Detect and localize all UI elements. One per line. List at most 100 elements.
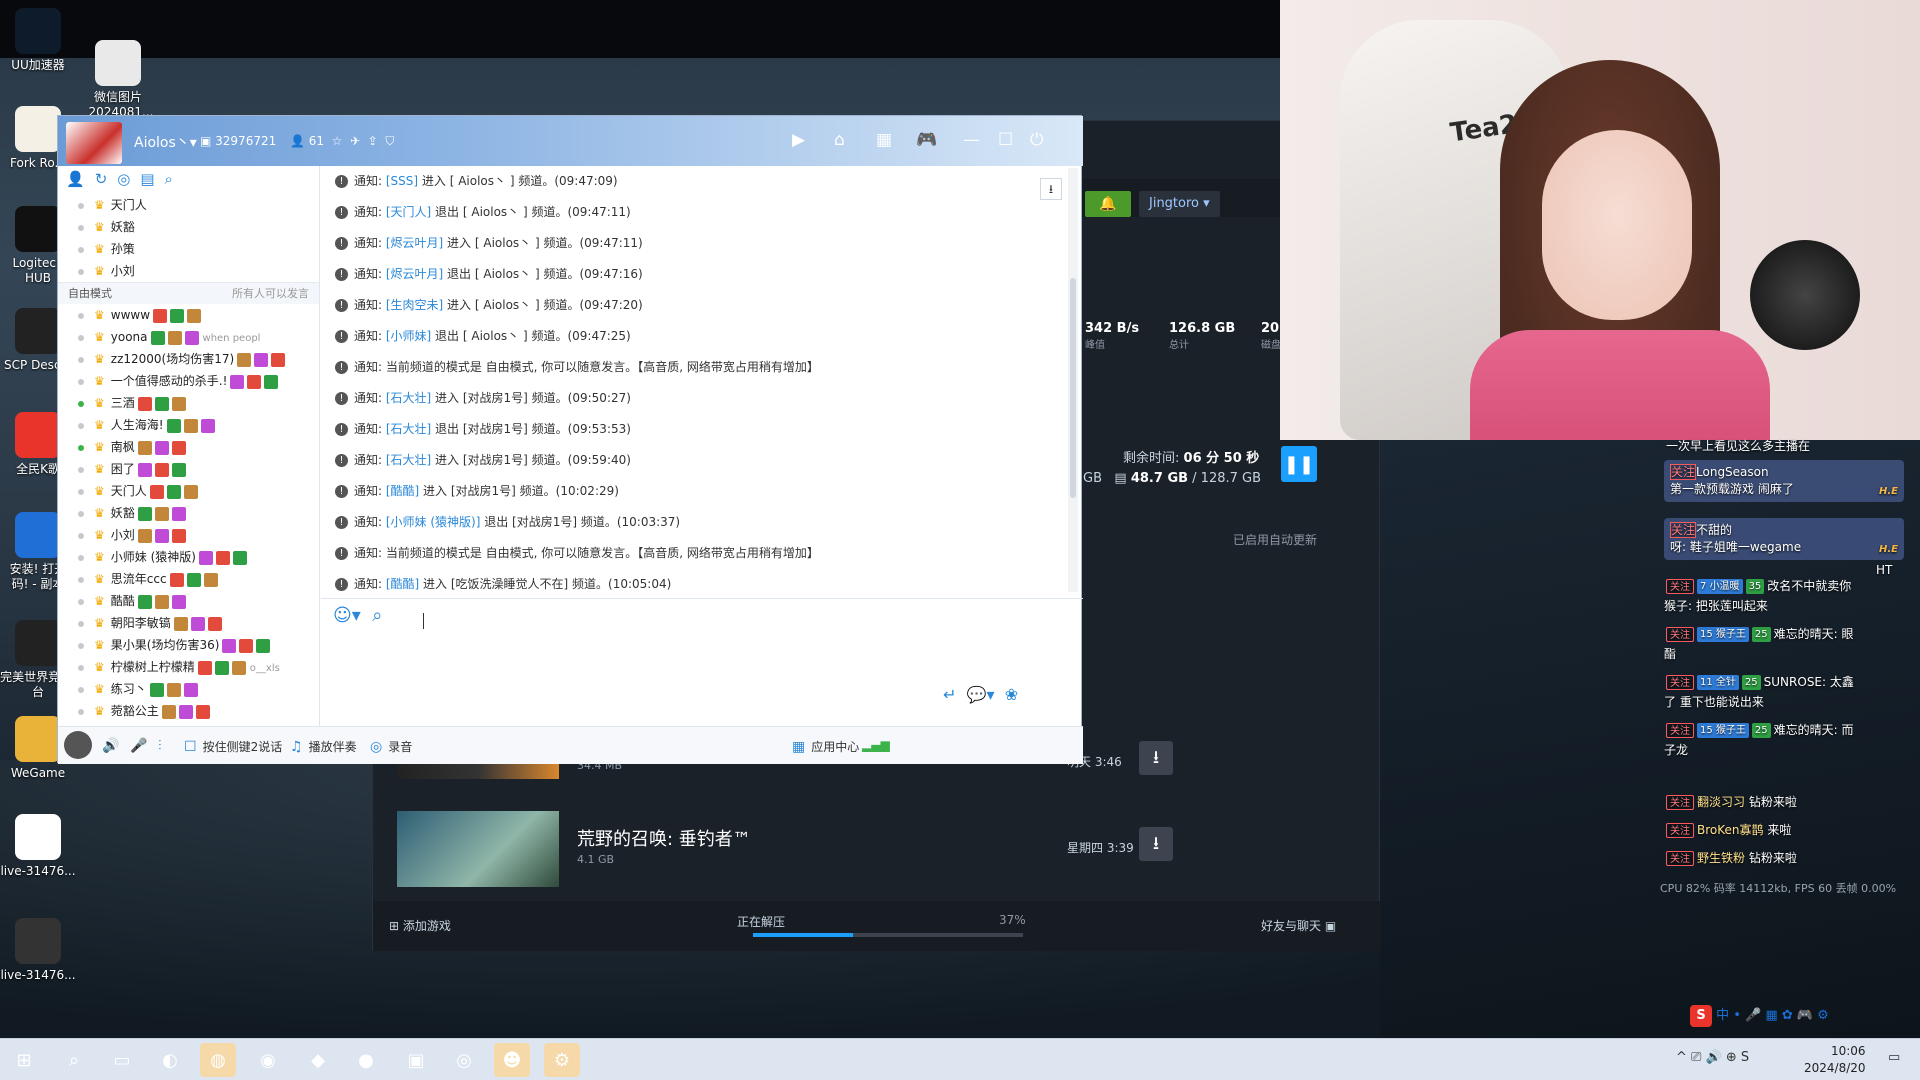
member-row[interactable]: ♛ 菀豁公主	[58, 700, 319, 722]
push-to-talk-button[interactable]: ☐ 按住侧键2说话	[184, 738, 282, 755]
message-input-area[interactable]: ☺▾ ⌕ ↵ 💬▾ ❀	[321, 598, 1083, 726]
message-user-link[interactable]: [小师妹]	[386, 329, 431, 343]
download-icon[interactable]: ⭳	[1139, 827, 1173, 861]
add-game-button[interactable]: ⊞ 添加游戏	[389, 917, 451, 934]
chat-scrollbar-thumb[interactable]	[1070, 278, 1076, 498]
search-icon[interactable]: ⌕	[56, 1043, 92, 1077]
member-row[interactable]: ♛ 朝阳李敏镐	[58, 612, 319, 634]
app-icon[interactable]: ●	[348, 1043, 384, 1077]
karaoke-icon[interactable]: ◎	[446, 1043, 482, 1077]
location-icon[interactable]: ◎	[117, 170, 130, 190]
emoji-icon[interactable]: ☺▾	[333, 605, 361, 626]
app-icon[interactable]: ▣	[398, 1043, 434, 1077]
chat-bubble-icon[interactable]: 💬▾	[967, 685, 995, 704]
notes-icon[interactable]: ▤	[140, 170, 154, 190]
member-row[interactable]: ♛ 三酒	[58, 392, 319, 414]
edge-icon[interactable]: ◐	[152, 1043, 188, 1077]
member-row[interactable]: ♛ 困了	[58, 458, 319, 480]
member-row[interactable]: ♛ wwww	[58, 304, 319, 326]
yy-icon[interactable]: ☻	[494, 1043, 530, 1077]
tray-icons[interactable]: ^ ⎚ 🔊 ⊕ S	[1676, 1050, 1749, 1065]
chat-scrollbar[interactable]	[1068, 168, 1078, 592]
app-center-button[interactable]: ▦ 应用中心	[792, 738, 859, 755]
start-icon[interactable]: ⊞	[6, 1043, 42, 1077]
message-prefix: 通知:	[354, 329, 386, 343]
message-user-link[interactable]: [生肉空未]	[386, 298, 443, 312]
power-icon[interactable]: ⏻	[1030, 130, 1043, 150]
member-row[interactable]: ♛ 天门人	[58, 194, 319, 216]
user-avatar[interactable]	[64, 731, 92, 759]
ime-toolbar[interactable]: S 中 • 🎤 ▦ ✿ 🎮 ⚙	[1690, 1004, 1912, 1030]
member-row[interactable]: ♛ 一个值得感动的杀手.!	[58, 370, 319, 392]
member-row[interactable]: ♛ 果小果(场均伤害36)	[58, 634, 319, 656]
member-row[interactable]: ♛ 小师妹 (猿神版)	[58, 546, 319, 568]
desktop-icon[interactable]: live-31476...	[0, 814, 76, 879]
member-row[interactable]: ♛ 天门人	[58, 480, 319, 502]
yy-voice-window: Aiolos丶▾ ▣ 32976721 👤 61 ☆ ✈ ⇪ ⛉ ▶ ⌂ ▦ 🎮…	[57, 115, 1083, 764]
steam-user-menu[interactable]: Jingtoro ▾	[1139, 191, 1220, 217]
search-icon[interactable]: ⌕	[165, 170, 173, 190]
member-row[interactable]: ♛ 小刘	[58, 524, 319, 546]
record-button[interactable]: ◎ 录音	[370, 738, 412, 755]
member-row[interactable]: ♛ 妖豁	[58, 216, 319, 238]
channel-title[interactable]: Aiolos丶▾	[134, 132, 197, 152]
steam-notification-bell-icon[interactable]: 🔔	[1085, 191, 1131, 217]
wechat-icon[interactable]: ◍	[200, 1043, 236, 1077]
member-row[interactable]: ♛ 妖豁	[58, 502, 319, 524]
game-name[interactable]: 荒野的召唤: 垂钓者™	[577, 825, 751, 851]
download-icon[interactable]: ⭳	[1139, 741, 1173, 775]
gamepad-icon[interactable]: 🎮	[916, 130, 937, 150]
calendar-icon[interactable]: ▦	[876, 130, 892, 150]
member-row[interactable]: ♛ 酷酷	[58, 590, 319, 612]
message-user-link[interactable]: [酷酷]	[386, 577, 419, 591]
file-explorer-icon[interactable]: ▭	[104, 1043, 140, 1077]
minimize-icon[interactable]: —	[963, 130, 980, 150]
message-user-link[interactable]: [石大壮]	[386, 422, 431, 436]
message-user-link[interactable]: [SSS]	[386, 174, 418, 188]
member-row[interactable]: ♛ yoona when peopl	[58, 326, 319, 348]
notification-icon[interactable]: ▭	[1888, 1050, 1900, 1065]
member-row[interactable]: ♛ 人生海海!	[58, 414, 319, 436]
maximize-icon[interactable]: ☐	[998, 130, 1013, 150]
translate-icon[interactable]: ⌕	[372, 605, 382, 626]
scroll-bottom-button[interactable]: ⭳	[1040, 178, 1062, 200]
video-icon[interactable]: ▶	[792, 130, 805, 150]
speaker-icon[interactable]: 🔊	[102, 738, 125, 754]
equalizer-icon[interactable]: ⫶	[158, 738, 168, 754]
message-user-link[interactable]: [石大壮]	[386, 453, 431, 467]
message-user-link[interactable]: [石大壮]	[386, 391, 431, 405]
member-badge-icon	[171, 396, 186, 411]
member-row[interactable]: ♛ 南枫	[58, 436, 319, 458]
member-row[interactable]: ♛ 思流年ccc	[58, 568, 319, 590]
channel-avatar[interactable]	[66, 122, 122, 164]
obs-icon[interactable]: ◉	[250, 1043, 286, 1077]
member-row[interactable]: ♛ 孙策	[58, 238, 319, 260]
message-user-link[interactable]: [烬云叶月]	[386, 267, 443, 281]
steam-pause-button[interactable]: ❚❚	[1281, 446, 1317, 482]
desktop-icon[interactable]: UU加速器	[0, 8, 76, 73]
message-user-link[interactable]: [小师妹 (猿神版)]	[386, 515, 481, 529]
steam-icon[interactable]: ⚙	[544, 1043, 580, 1077]
accompany-button[interactable]: ♫ 播放伴奏	[290, 738, 357, 755]
taskbar-clock[interactable]: 10:06 2024/8/20	[1804, 1043, 1866, 1077]
ime-mode[interactable]: 中	[1716, 1008, 1729, 1023]
flower-icon[interactable]: ❀	[1005, 685, 1018, 704]
home-icon[interactable]: ⌂	[834, 130, 845, 150]
message-user-link[interactable]: [天门人]	[386, 205, 431, 219]
app-icon[interactable]: ◆	[300, 1043, 336, 1077]
member-row[interactable]: ♛ zz12000(场均伤害17)	[58, 348, 319, 370]
friends-chat-button[interactable]: 好友与聊天 ▣	[1261, 917, 1336, 934]
member-row[interactable]: ♛ 练习丶	[58, 678, 319, 700]
message-user-link[interactable]: [烬云叶月]	[386, 236, 443, 250]
refresh-icon[interactable]: ↻	[95, 170, 108, 190]
contacts-icon[interactable]: 👤	[66, 170, 85, 190]
desktop-icon[interactable]: 微信图片_2024081...	[80, 40, 156, 120]
message-user-link[interactable]: [酷酷]	[386, 484, 419, 498]
desktop-icon[interactable]: live-31476...	[0, 918, 76, 983]
member-row[interactable]: ♛ 柠檬树上柠檬精 o__xls	[58, 656, 319, 678]
microphone-icon[interactable]: 🎤	[130, 738, 153, 754]
send-icon[interactable]: ↵	[943, 685, 956, 704]
member-row[interactable]: ♛ 小刘	[58, 260, 319, 282]
comment-line-continued: 了 重下也能说出来	[1664, 695, 1764, 709]
message-text: 进入 [对战房1号] 频道。(10:02:29)	[419, 484, 619, 498]
